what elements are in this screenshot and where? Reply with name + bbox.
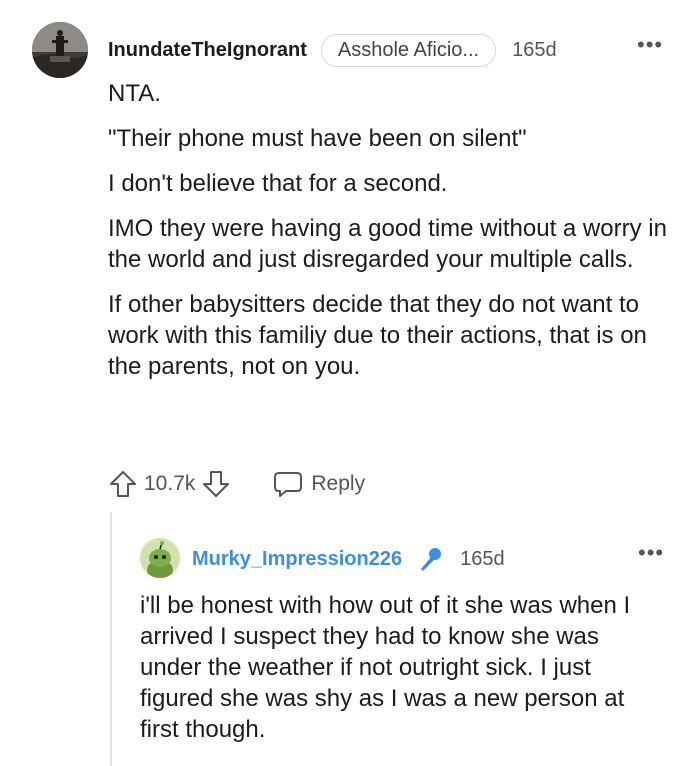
thread-line[interactable] [110,512,112,766]
reply-body: i'll be honest with how out of it she wa… [140,592,631,743]
user-avatar[interactable] [32,22,88,78]
comment-body: NTA. "Their phone must have been on sile… [108,78,668,396]
reply-header: Murky_Impression226 165d [192,544,505,574]
comment-paragraph: "Their phone must have been on silent" [108,125,527,152]
comment-username[interactable]: InundateTheIgnorant [108,39,307,62]
downvote-button[interactable] [199,467,233,501]
downvote-arrow-icon [203,471,230,497]
upvote-button[interactable] [106,467,140,501]
vote-score: 10.7k [144,472,196,495]
reply-more-options-icon[interactable]: ••• [638,540,664,566]
comment-paragraph: If other babysitters decide that they do… [108,291,647,380]
reply-age: 165d [460,547,505,570]
reply-bubble-icon [274,472,303,497]
comment-paragraph: IMO they were having a good time without… [108,215,667,273]
reply-button[interactable]: Reply [273,470,365,498]
reply-username[interactable]: Murky_Impression226 [192,548,402,571]
snoo-avatar-icon [140,538,180,578]
avatar-image [32,22,88,78]
microphone-icon [416,545,444,573]
upvote-arrow-icon [110,471,136,497]
more-options-icon[interactable]: ••• [637,32,663,58]
comment-actions: 10.7k Reply [106,464,365,504]
comment-paragraph: NTA. [108,80,161,107]
reply-avatar[interactable] [140,538,180,578]
user-flair: Asshole Aficio... [320,33,497,67]
comment-paragraph: I don't believe that for a second. [108,170,448,197]
comment-header: InundateTheIgnorant Asshole Aficio... 16… [108,33,557,67]
reply-label: Reply [311,472,366,495]
comment-age: 165d [512,38,557,61]
